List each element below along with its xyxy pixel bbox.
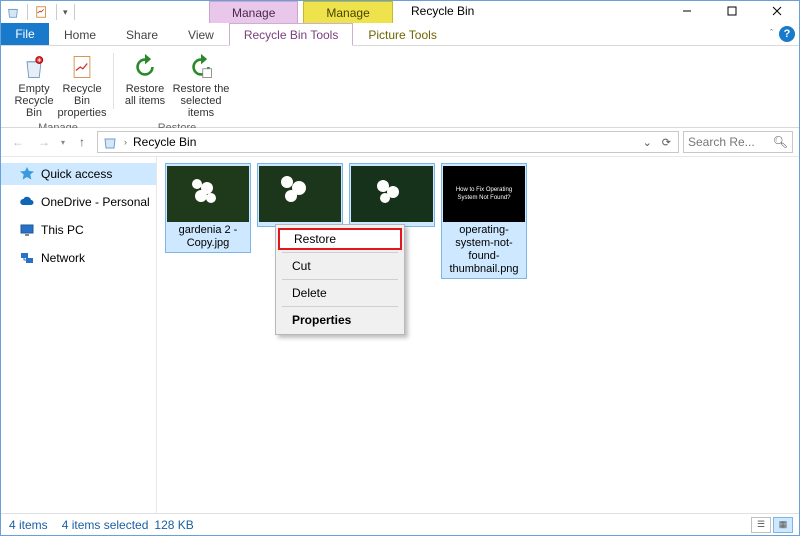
collapse-ribbon-icon[interactable]: ˆ <box>770 28 773 38</box>
context-restore[interactable]: Restore <box>278 228 402 250</box>
address-bar: ← → ▾ ↑ › Recycle Bin ⌄ ⟳ Search Re... 🔍… <box>1 128 799 156</box>
nav-network[interactable]: Network <box>1 247 156 269</box>
restore-selected-items-button[interactable]: Restore the selected items <box>170 49 232 121</box>
window-controls <box>664 1 799 21</box>
empty-recycle-bin-button[interactable]: Empty Recycle Bin <box>11 49 57 121</box>
context-delete[interactable]: Delete <box>278 282 402 304</box>
tab-home[interactable]: Home <box>49 23 111 45</box>
recycle-bin-properties-button[interactable]: Recycle Bin properties <box>59 49 105 121</box>
file-item[interactable] <box>349 163 435 227</box>
tab-view[interactable]: View <box>173 23 229 45</box>
ribbon-group-restore: Restore all items Restore the selected i… <box>118 49 236 127</box>
context-separator <box>282 252 398 253</box>
properties-icon-small[interactable] <box>34 4 50 20</box>
thumbnails-view-button[interactable]: ▦ <box>773 517 793 533</box>
recycle-bin-icon-small[interactable] <box>5 4 21 20</box>
file-item[interactable]: gardenia 2 - Copy.jpg <box>165 163 251 253</box>
contextual-tab-recycle[interactable]: Manage <box>209 1 298 23</box>
details-view-button[interactable]: ☰ <box>751 517 771 533</box>
nav-onedrive[interactable]: OneDrive - Personal <box>1 191 156 213</box>
tab-file[interactable]: File <box>1 23 49 45</box>
status-item-count: 4 items <box>9 518 48 532</box>
context-menu: Restore Cut Delete Properties <box>275 224 405 335</box>
recycle-bin-icon <box>102 134 118 150</box>
address-box[interactable]: › Recycle Bin ⌄ ⟳ <box>97 131 679 153</box>
nav-label: Quick access <box>41 167 112 181</box>
content-pane[interactable]: gardenia 2 - Copy.jpg How to Fix Operati… <box>157 157 799 513</box>
search-icon[interactable]: 🔍︎ <box>773 135 788 149</box>
ribbon-group-manage: Empty Recycle Bin Recycle Bin properties… <box>7 49 109 127</box>
file-name: gardenia 2 - Copy.jpg <box>168 224 248 250</box>
items-view: gardenia 2 - Copy.jpg How to Fix Operati… <box>165 163 791 279</box>
quick-access-toolbar: ▾ <box>1 4 81 20</box>
thumbnail <box>167 166 249 222</box>
file-item[interactable]: How to Fix Operating System Not Found? o… <box>441 163 527 279</box>
window-title: Recycle Bin <box>411 4 474 18</box>
cloud-icon <box>19 194 35 210</box>
file-explorer-window: ▾ Manage Manage Recycle Bin File Home Sh… <box>0 0 800 536</box>
address-dropdown-icon[interactable]: ⌄ <box>638 136 657 149</box>
nav-history-dropdown-icon[interactable]: ▾ <box>61 138 65 147</box>
tab-picture-tools[interactable]: Picture Tools <box>353 23 451 45</box>
file-item[interactable] <box>257 163 343 227</box>
contextual-tab-headers: Manage Manage <box>209 1 393 23</box>
tab-share[interactable]: Share <box>111 23 173 45</box>
nav-forward-button[interactable]: → <box>33 131 55 153</box>
qat-dropdown-icon[interactable]: ▾ <box>63 7 68 18</box>
nav-label: This PC <box>41 223 84 237</box>
status-size: 128 KB <box>154 518 193 532</box>
nav-this-pc[interactable]: This PC <box>1 219 156 241</box>
thumbnail <box>351 166 433 222</box>
star-icon <box>19 166 35 182</box>
close-button[interactable] <box>754 1 799 21</box>
address-location[interactable]: Recycle Bin <box>131 135 198 149</box>
context-cut[interactable]: Cut <box>278 255 402 277</box>
ribbon-tabs: File Home Share View Recycle Bin Tools P… <box>1 23 799 46</box>
navigation-pane: Quick access OneDrive - Personal This PC… <box>1 157 157 513</box>
thumbnail: How to Fix Operating System Not Found? <box>443 166 525 222</box>
file-name: operating-system-not-found-thumbnail.png <box>444 224 524 276</box>
refresh-icon[interactable]: ⟳ <box>657 136 676 149</box>
ribbon-body: Empty Recycle Bin Recycle Bin properties… <box>1 46 799 128</box>
context-separator <box>282 306 398 307</box>
restore-all-items-button[interactable]: Restore all items <box>122 49 168 109</box>
thumbnail <box>259 166 341 222</box>
nav-label: Network <box>41 251 85 265</box>
chevron-right-icon[interactable]: › <box>120 137 131 147</box>
nav-up-button[interactable]: ↑ <box>71 131 93 153</box>
context-separator <box>282 279 398 280</box>
monitor-icon <box>19 222 35 238</box>
contextual-tab-picture[interactable]: Manage <box>303 1 392 23</box>
status-bar: 4 items 4 items selected 128 KB ☰ ▦ <box>1 513 799 535</box>
explorer-body: Quick access OneDrive - Personal This PC… <box>1 156 799 513</box>
nav-label: OneDrive - Personal <box>41 195 150 209</box>
title-bar: ▾ Manage Manage Recycle Bin <box>1 1 799 23</box>
context-properties[interactable]: Properties <box>278 309 402 331</box>
nav-quick-access[interactable]: Quick access <box>1 163 156 185</box>
search-box[interactable]: Search Re... 🔍︎ <box>683 131 793 153</box>
nav-back-button[interactable]: ← <box>7 131 29 153</box>
status-selected-count: 4 items selected <box>62 518 149 532</box>
search-placeholder: Search Re... <box>688 135 755 149</box>
view-mode-switch: ☰ ▦ <box>751 517 793 533</box>
help-icon[interactable]: ? <box>779 26 795 42</box>
minimize-button[interactable] <box>664 1 709 21</box>
maximize-button[interactable] <box>709 1 754 21</box>
network-icon <box>19 250 35 266</box>
tab-recycle-bin-tools[interactable]: Recycle Bin Tools <box>229 23 354 46</box>
